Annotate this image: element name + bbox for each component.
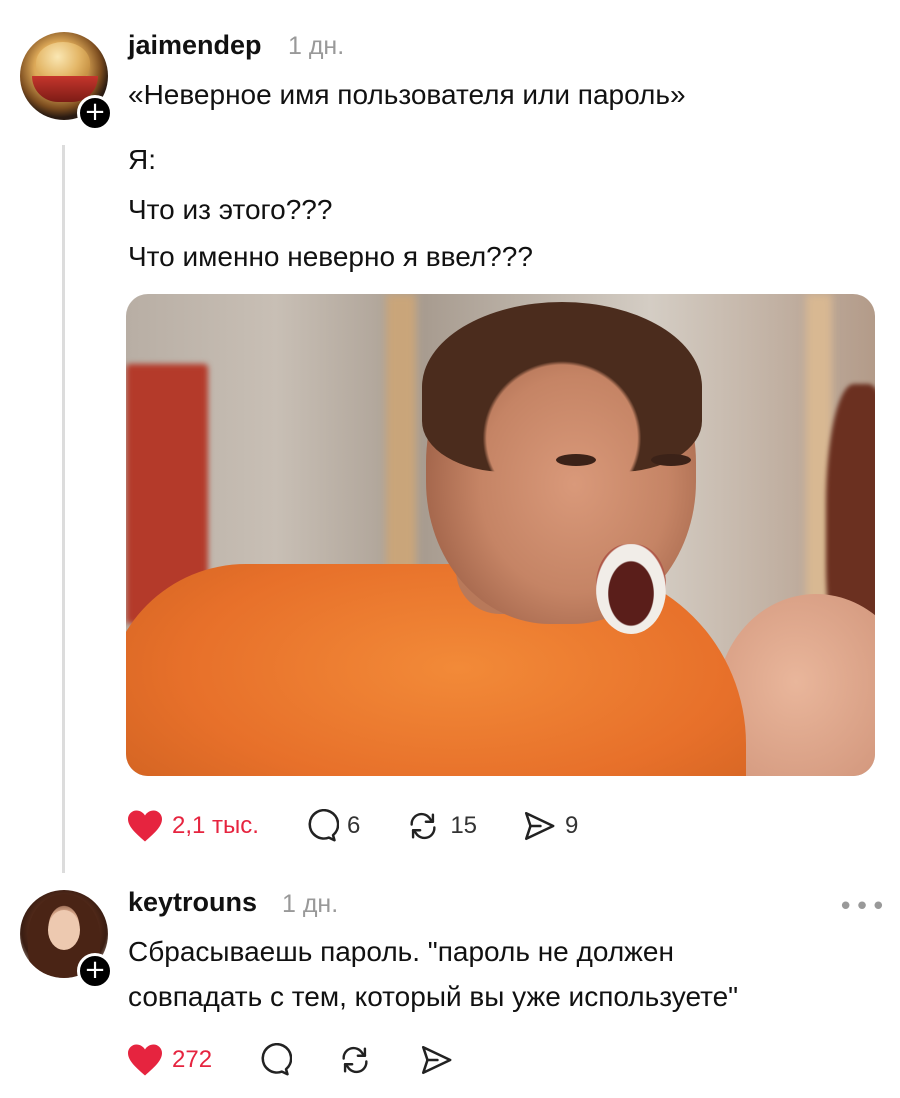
photo-eye: [556, 454, 596, 466]
follow-plus-icon[interactable]: +: [77, 95, 113, 131]
like-count: 2,1 тыс.: [172, 812, 259, 839]
photo-eye: [651, 454, 691, 466]
thread-line: [62, 145, 65, 873]
post-actions: 2,1 тыс. 6 15 9: [126, 806, 622, 846]
comment-count: 6: [346, 812, 361, 839]
share-count: 9: [565, 812, 579, 839]
repost-count: 15: [450, 812, 478, 839]
post-text-line: Что именно неверно я ввел???: [128, 241, 533, 272]
like-button[interactable]: 272: [126, 1043, 212, 1077]
repost-button[interactable]: 15: [404, 809, 477, 843]
share-button[interactable]: [418, 1043, 454, 1077]
post-image[interactable]: [126, 294, 875, 776]
reply-time: 1 дн.: [282, 890, 339, 918]
post-text-line: Я:: [128, 144, 156, 175]
avatar-face: [48, 910, 80, 950]
reply-text-line: совпадать с тем, который вы уже использу…: [128, 981, 739, 1012]
repost-icon: [342, 1046, 368, 1074]
repost-icon: [410, 812, 436, 840]
more-icon[interactable]: •••: [838, 892, 887, 922]
photo-hair: [422, 302, 702, 472]
heart-icon: [128, 1044, 162, 1076]
share-icon: [524, 811, 555, 841]
post-text-line: Что из этого???: [128, 194, 333, 225]
username[interactable]: jaimendep: [128, 30, 262, 61]
repost-button[interactable]: [336, 1043, 374, 1077]
comment-button[interactable]: [256, 1043, 293, 1077]
photo-mouth: [596, 544, 666, 634]
like-button[interactable]: 2,1 тыс.: [126, 809, 259, 843]
like-count: 272: [172, 1046, 213, 1073]
share-icon: [422, 1045, 452, 1075]
post-time: 1 дн.: [288, 32, 345, 60]
reply-actions: 272: [126, 1040, 498, 1080]
follow-plus-icon[interactable]: +: [77, 953, 113, 989]
comment-button[interactable]: 6: [303, 809, 360, 843]
reply-text-line: Сбрасываешь пароль. "пароль не должен: [128, 936, 674, 967]
comment-icon: [261, 1043, 293, 1076]
heart-icon: [128, 810, 162, 842]
username[interactable]: keytrouns: [128, 887, 257, 918]
comment-icon: [308, 809, 339, 842]
post-text-line: «Неверное имя пользователя или пароль»: [128, 79, 686, 110]
share-button[interactable]: 9: [521, 809, 578, 843]
